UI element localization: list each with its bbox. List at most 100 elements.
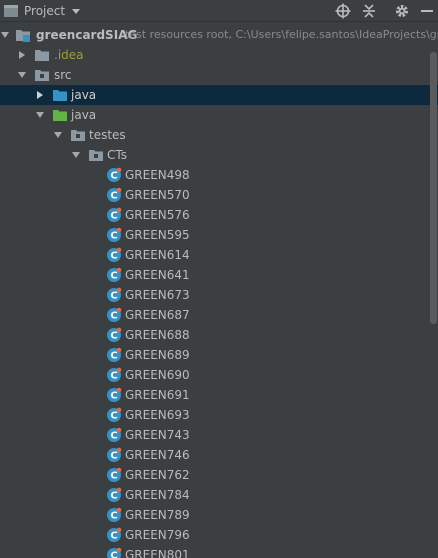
settings-gear-icon[interactable] — [394, 3, 410, 19]
class-label: GREEN595 — [125, 228, 190, 242]
svg-text:C: C — [110, 391, 117, 402]
tree-node-class[interactable]: C GREEN614 — [0, 245, 438, 265]
java-class-icon: C — [107, 467, 122, 482]
class-label: GREEN689 — [125, 348, 190, 362]
tree-node-class[interactable]: C GREEN746 — [0, 445, 438, 465]
collapsed-arrow-icon[interactable] — [17, 50, 27, 60]
class-label: GREEN673 — [125, 288, 190, 302]
tree-node-class[interactable]: C GREEN796 — [0, 525, 438, 545]
class-label: GREEN762 — [125, 468, 190, 482]
class-label: GREEN690 — [125, 368, 190, 382]
java-class-icon: C — [107, 507, 122, 522]
tree-node-class[interactable]: C GREEN595 — [0, 225, 438, 245]
svg-text:C: C — [110, 511, 117, 522]
cts-package-label: CTs — [107, 148, 127, 162]
expanded-arrow-icon[interactable] — [71, 150, 81, 160]
tree-node-class[interactable]: C GREEN743 — [0, 425, 438, 445]
tree-node-class[interactable]: C GREEN762 — [0, 465, 438, 485]
svg-text:C: C — [110, 371, 117, 382]
java-class-icon: C — [107, 387, 122, 402]
tree-node-class[interactable]: C GREEN687 — [0, 305, 438, 325]
tree-node-class[interactable]: C GREEN801 — [0, 545, 438, 558]
java-class-icon: C — [107, 527, 122, 542]
project-view-selector[interactable]: Project — [3, 3, 81, 19]
java-class-icon: C — [107, 487, 122, 502]
tree-node-class[interactable]: C GREEN641 — [0, 265, 438, 285]
svg-text:C: C — [110, 491, 117, 502]
class-label: GREEN746 — [125, 448, 190, 462]
expanded-arrow-icon[interactable] — [17, 70, 27, 80]
class-label: GREEN688 — [125, 328, 190, 342]
java-class-icon: C — [107, 307, 122, 322]
tree-node-class[interactable]: C GREEN576 — [0, 205, 438, 225]
java-class-icon: C — [107, 367, 122, 382]
java-class-icon: C — [107, 267, 122, 282]
tree-node-class[interactable]: C GREEN689 — [0, 345, 438, 365]
expanded-arrow-icon[interactable] — [53, 130, 63, 140]
tree-node-class[interactable]: C GREEN570 — [0, 185, 438, 205]
tree-node-project-root[interactable]: greencardSIAG test resources root, C:\Us… — [0, 25, 438, 45]
svg-text:C: C — [110, 311, 117, 322]
class-label: GREEN687 — [125, 308, 190, 322]
idea-folder-label: .idea — [54, 48, 84, 62]
class-label: GREEN570 — [125, 188, 190, 202]
java-class-icon: C — [107, 327, 122, 342]
tree-node-class[interactable]: C GREEN673 — [0, 285, 438, 305]
tree-node-class[interactable]: C GREEN690 — [0, 365, 438, 385]
tree-node-cts[interactable]: CTs — [0, 145, 438, 165]
tree-node-java-resources[interactable]: java — [0, 85, 438, 105]
tree-node-testes[interactable]: testes — [0, 125, 438, 145]
svg-text:C: C — [110, 251, 117, 262]
svg-text:C: C — [110, 351, 117, 362]
class-label: GREEN691 — [125, 388, 190, 402]
folder-icon — [35, 50, 49, 61]
svg-text:C: C — [110, 231, 117, 242]
vertical-scrollbar[interactable] — [430, 52, 437, 324]
tree-node-src[interactable]: src — [0, 65, 438, 85]
svg-text:C: C — [110, 211, 117, 222]
tree-node-class[interactable]: C GREEN691 — [0, 385, 438, 405]
tree-node-class[interactable]: C GREEN789 — [0, 505, 438, 525]
svg-text:C: C — [110, 271, 117, 282]
class-label: GREEN498 — [125, 168, 190, 182]
tree-node-class[interactable]: C GREEN693 — [0, 405, 438, 425]
tree-node-class[interactable]: C GREEN688 — [0, 325, 438, 345]
tree-node-java-sources[interactable]: java — [0, 105, 438, 125]
project-icon — [4, 5, 18, 17]
dropdown-chevron-icon[interactable] — [71, 6, 81, 16]
class-label: GREEN743 — [125, 428, 190, 442]
src-folder-label: src — [54, 68, 72, 82]
tree-node-idea[interactable]: .idea — [0, 45, 438, 65]
package-icon — [89, 150, 103, 161]
svg-text:C: C — [110, 171, 117, 182]
tree-node-class[interactable]: C GREEN498 — [0, 165, 438, 185]
project-tree: greencardSIAG test resources root, C:\Us… — [0, 22, 438, 558]
panel-title: Project — [24, 4, 66, 18]
java-class-icon: C — [107, 347, 122, 362]
folder-icon — [35, 70, 49, 81]
java-class-icon: C — [107, 247, 122, 262]
class-label: GREEN801 — [125, 548, 190, 558]
expanded-arrow-icon[interactable] — [0, 30, 10, 40]
class-label: GREEN796 — [125, 528, 190, 542]
expanded-arrow-icon[interactable] — [35, 110, 45, 120]
java-class-icon: C — [107, 227, 122, 242]
java-class-icon: C — [107, 547, 122, 558]
svg-text:C: C — [110, 471, 117, 482]
collapse-all-icon[interactable] — [361, 3, 377, 19]
project-root-label: greencardSIAG — [36, 28, 138, 42]
resource-folder-icon — [53, 90, 67, 101]
locate-target-icon[interactable] — [335, 3, 351, 19]
class-label: GREEN576 — [125, 208, 190, 222]
java-class-icon: C — [107, 407, 122, 422]
class-label: GREEN614 — [125, 248, 190, 262]
svg-text:C: C — [110, 551, 117, 558]
module-folder-icon — [16, 30, 30, 42]
hide-panel-icon[interactable] — [419, 3, 435, 19]
java-class-icon: C — [107, 207, 122, 222]
collapsed-arrow-icon[interactable] — [35, 90, 45, 100]
tree-node-class[interactable]: C GREEN784 — [0, 485, 438, 505]
project-root-hint: test resources root, C:\Users\felipe.san… — [125, 28, 438, 41]
svg-text:C: C — [110, 431, 117, 442]
java-class-icon: C — [107, 167, 122, 182]
